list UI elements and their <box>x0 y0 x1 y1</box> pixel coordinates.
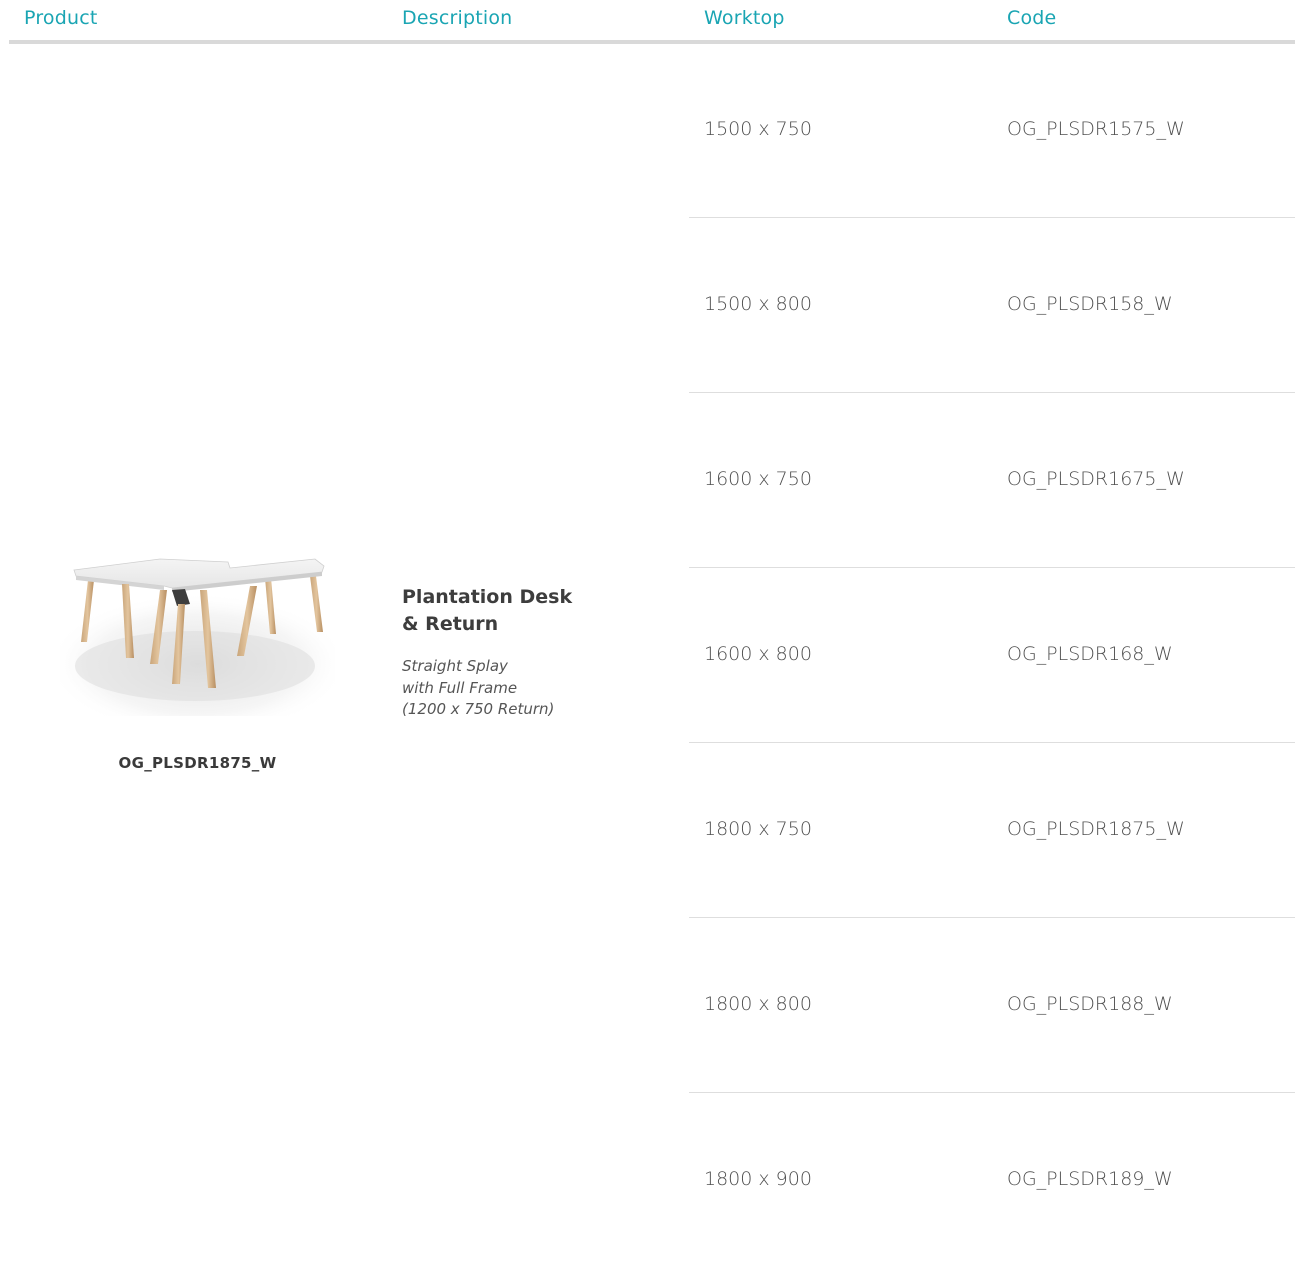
product-code-cell: OG_PLSDR158_W <box>1007 293 1173 315</box>
product-code: OG_PLSDR1875_W <box>118 754 277 772</box>
table-row: 1600 x 750 OG_PLSDR1675_W <box>689 393 1295 568</box>
header-worktop: Worktop <box>704 7 785 29</box>
worktop-size: 1500 x 800 <box>704 293 812 315</box>
product-title: Plantation Desk & Return <box>402 586 573 635</box>
table-row: 1600 x 800 OG_PLSDR168_W <box>689 568 1295 743</box>
header-product: Product <box>24 7 98 29</box>
table-row: 1500 x 800 OG_PLSDR158_W <box>689 218 1295 393</box>
worktop-size: 1800 x 800 <box>704 993 812 1015</box>
table-header: Product Description Worktop Code <box>0 0 1302 44</box>
worktop-list: 1500 x 750 OG_PLSDR1575_W 1500 x 800 OG_… <box>689 43 1295 1267</box>
table-row: 1800 x 750 OG_PLSDR1875_W <box>689 743 1295 918</box>
product-subtitle: Straight Splay with Full Frame (1200 x 7… <box>402 657 555 718</box>
worktop-size: 1800 x 900 <box>704 1168 812 1190</box>
product-image <box>60 558 335 716</box>
header-code: Code <box>1007 7 1057 29</box>
product-code-cell: OG_PLSDR188_W <box>1007 993 1173 1015</box>
table-row: 1800 x 900 OG_PLSDR189_W <box>689 1093 1295 1267</box>
product-code-cell: OG_PLSDR1675_W <box>1007 468 1185 490</box>
header-description: Description <box>402 7 513 29</box>
product-code-cell: OG_PLSDR168_W <box>1007 643 1173 665</box>
table-row: 1800 x 800 OG_PLSDR188_W <box>689 918 1295 1093</box>
product-code-cell: OG_PLSDR1875_W <box>1007 818 1185 840</box>
worktop-size: 1500 x 750 <box>704 118 812 140</box>
worktop-size: 1600 x 750 <box>704 468 812 490</box>
product-code-cell: OG_PLSDR1575_W <box>1007 118 1185 140</box>
worktop-size: 1800 x 750 <box>704 818 812 840</box>
worktop-size: 1600 x 800 <box>704 643 812 665</box>
table-row: 1500 x 750 OG_PLSDR1575_W <box>689 43 1295 218</box>
product-code-cell: OG_PLSDR189_W <box>1007 1168 1173 1190</box>
